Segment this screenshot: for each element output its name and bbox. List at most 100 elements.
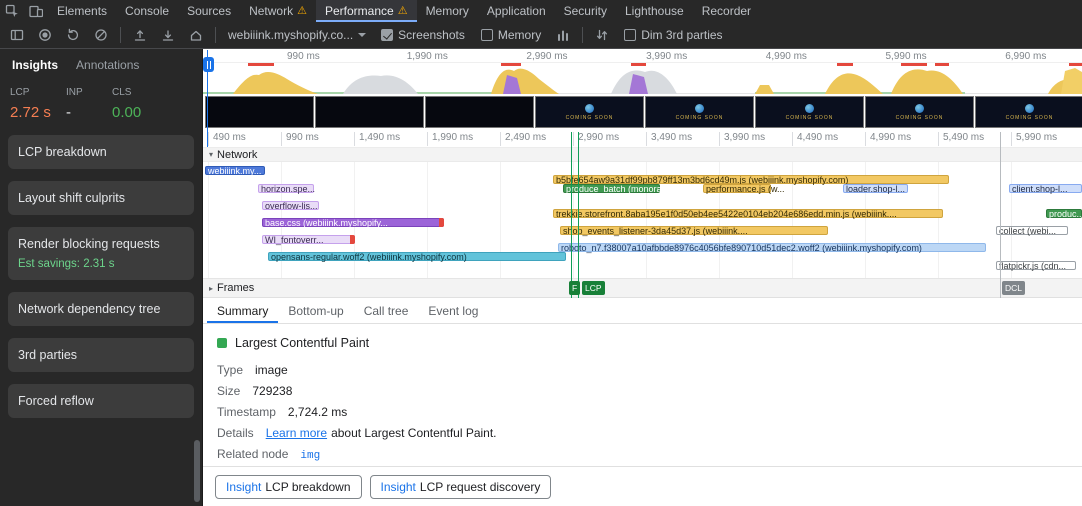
- network-request[interactable]: opensans-regular.woff2 (webiiink.myshopi…: [268, 252, 566, 262]
- filmstrip-thumbnail[interactable]: COMING SOON: [535, 96, 644, 128]
- filmstrip-thumbnail[interactable]: COMING SOON: [755, 96, 864, 128]
- tab-label: Lighthouse: [624, 4, 684, 18]
- coming-soon-text: COMING SOON: [675, 114, 724, 121]
- filmstrip-thumbnail[interactable]: [205, 96, 314, 128]
- network-request[interactable]: b5bfe654aw9a31df99pb879ff13m3bd6cd49m.js…: [553, 175, 949, 185]
- home-icon[interactable]: [183, 23, 209, 47]
- network-request[interactable]: produc...: [1046, 209, 1082, 219]
- summary-label: Size: [217, 384, 241, 398]
- tab-lighthouse[interactable]: Lighthouse: [616, 0, 693, 22]
- network-request[interactable]: base.css (webiiink.myshopify...: [262, 218, 444, 228]
- save-profile-icon[interactable]: [155, 23, 181, 47]
- network-request[interactable]: performance.js (w...: [703, 184, 785, 194]
- render-blocking-cap: [350, 235, 355, 244]
- tab-application[interactable]: Application: [478, 0, 555, 22]
- sidebar-tab-annotations[interactable]: Annotations: [76, 58, 139, 72]
- insight-button-lcp-breakdown[interactable]: Insight LCP breakdown: [215, 474, 362, 499]
- filmstrip-thumbnail[interactable]: [315, 96, 424, 128]
- detail-tick: 1,490 ms: [354, 132, 400, 146]
- overview-tick: 990 ms: [287, 51, 320, 62]
- insight-button-lcp-request-discovery[interactable]: Insight LCP request discovery: [369, 474, 552, 499]
- load-profile-icon[interactable]: [127, 23, 153, 47]
- tab-security[interactable]: Security: [555, 0, 616, 22]
- clear-icon[interactable]: [88, 23, 114, 47]
- tab-console[interactable]: Console: [116, 0, 178, 22]
- summary-value: 729238: [252, 384, 293, 398]
- insight-item-render-blocking-requests[interactable]: Render blocking requests Est savings: 2.3…: [8, 227, 194, 280]
- overview-tick: 1,990 ms: [406, 51, 448, 62]
- device-toolbar-icon[interactable]: [24, 0, 48, 22]
- filmstrip-thumbnail[interactable]: [425, 96, 534, 128]
- insight-item-layout-shift-culprits[interactable]: Layout shift culprits: [8, 181, 194, 215]
- screenshots-checkbox[interactable]: Screenshots: [374, 28, 472, 42]
- network-request[interactable]: client.shop-l...: [1009, 184, 1082, 194]
- insight-item-network-dependency-tree[interactable]: Network dependency tree: [8, 292, 194, 326]
- details-tab-summary[interactable]: Summary: [207, 298, 278, 323]
- summary-row-related-node: Related node img: [217, 447, 1068, 462]
- performance-toolbar: webiiink.myshopify.co... Screenshots Mem…: [0, 22, 1082, 49]
- detail-tick: 3,490 ms: [646, 132, 692, 146]
- selection-left-handle[interactable]: [203, 57, 214, 72]
- record-icon[interactable]: [32, 23, 58, 47]
- learn-more-link[interactable]: Learn more: [266, 426, 327, 440]
- network-request[interactable]: roboto_n7.f38007a10afbbde8976c4056bfe890…: [558, 243, 986, 253]
- toolbar-divider: [120, 27, 121, 43]
- network-request[interactable]: horizon.spe...: [258, 184, 316, 194]
- dim-3rd-parties-checkbox[interactable]: Dim 3rd parties: [617, 28, 729, 42]
- filmstrip-thumbnail[interactable]: COMING SOON: [645, 96, 754, 128]
- network-track-header[interactable]: ▾ Network: [203, 148, 1082, 162]
- summary-row-type: Type image: [217, 363, 1068, 377]
- network-request[interactable]: shop_events_listener-3da45d37.js (webiii…: [560, 226, 828, 236]
- network-request[interactable]: overflow-lis...: [262, 201, 319, 211]
- toggle-panel-icon[interactable]: [4, 23, 30, 47]
- metric-name: LCP: [10, 87, 30, 98]
- stats-icon[interactable]: [550, 23, 576, 47]
- insight-button-prefix: Insight: [380, 479, 416, 494]
- insight-item-3rd-parties[interactable]: 3rd parties: [8, 338, 194, 372]
- details-tab-call-tree[interactable]: Call tree: [354, 298, 419, 323]
- tab-sources[interactable]: Sources: [178, 0, 240, 22]
- tab-label: Memory: [425, 4, 469, 18]
- detail-ruler: 490 ms 990 ms 1,490 ms 1,990 ms 2,490 ms 2,99…: [203, 130, 1082, 148]
- network-request-label: collect (webi...: [999, 226, 1057, 236]
- marker-badge-lcp[interactable]: LCP: [582, 281, 605, 295]
- network-request[interactable]: trekkie.storefront.8aba195e1f0d50eb4ee54…: [553, 209, 943, 219]
- history-select[interactable]: webiiink.myshopify.co...: [222, 28, 372, 42]
- network-request[interactable]: loader.shop-l...: [843, 184, 908, 194]
- filmstrip-thumbnail[interactable]: COMING SOON: [865, 96, 974, 128]
- network-request[interactable]: produce_batch (monora...: [563, 184, 669, 194]
- details-tab-bottom-up[interactable]: Bottom-up: [278, 298, 353, 323]
- insight-button-label: LCP request discovery: [419, 479, 541, 494]
- network-request[interactable]: webiiink.my...: [205, 166, 265, 176]
- tab-recorder[interactable]: Recorder: [693, 0, 760, 22]
- network-request[interactable]: flatpickr.js (cdn...: [996, 261, 1076, 271]
- summary-label: Related node: [217, 447, 289, 461]
- tab-performance[interactable]: Performance ⚠: [315, 0, 417, 22]
- warning-icon: ⚠: [297, 4, 307, 17]
- sidebar-scrollbar[interactable]: [194, 440, 200, 502]
- insight-item-lcp-breakdown[interactable]: LCP breakdown: [8, 135, 194, 169]
- insight-item-forced-reflow[interactable]: Forced reflow: [8, 384, 194, 418]
- frames-track-header[interactable]: ▸ Frames: [203, 278, 1082, 298]
- memory-checkbox[interactable]: Memory: [474, 28, 548, 42]
- details-tab-event-log[interactable]: Event log: [418, 298, 488, 323]
- marker-badge-dcl[interactable]: DCL: [1002, 281, 1026, 295]
- marker-badge-f[interactable]: F: [569, 281, 581, 295]
- network-request-label: horizon.spe...: [261, 184, 316, 194]
- tab-elements[interactable]: Elements: [48, 0, 116, 22]
- overview-tick: 3,990 ms: [646, 51, 688, 62]
- network-request-label: roboto_n7.f38007a10afbbde8976c4056bfe890…: [561, 243, 922, 253]
- tab-network[interactable]: Network ⚠: [240, 0, 316, 22]
- expand-collapse-icon[interactable]: [589, 23, 615, 47]
- network-request[interactable]: WI_fontoverr...: [262, 235, 355, 245]
- network-request[interactable]: collect (webi...: [996, 226, 1068, 236]
- timeline-overview[interactable]: 990 ms 1,990 ms 2,990 ms 3,990 ms 4,990 ms 5,…: [203, 49, 1082, 94]
- filmstrip-thumbnail[interactable]: COMING SOON: [975, 96, 1082, 128]
- reload-icon[interactable]: [60, 23, 86, 47]
- metric-name: CLS: [112, 87, 132, 98]
- inspect-icon[interactable]: [0, 0, 24, 22]
- tab-memory[interactable]: Memory: [417, 0, 478, 22]
- sidebar-tab-insights[interactable]: Insights: [12, 58, 58, 72]
- checkbox-box: [381, 29, 394, 41]
- summary-row-timestamp: Timestamp 2,724.2 ms: [217, 405, 1068, 419]
